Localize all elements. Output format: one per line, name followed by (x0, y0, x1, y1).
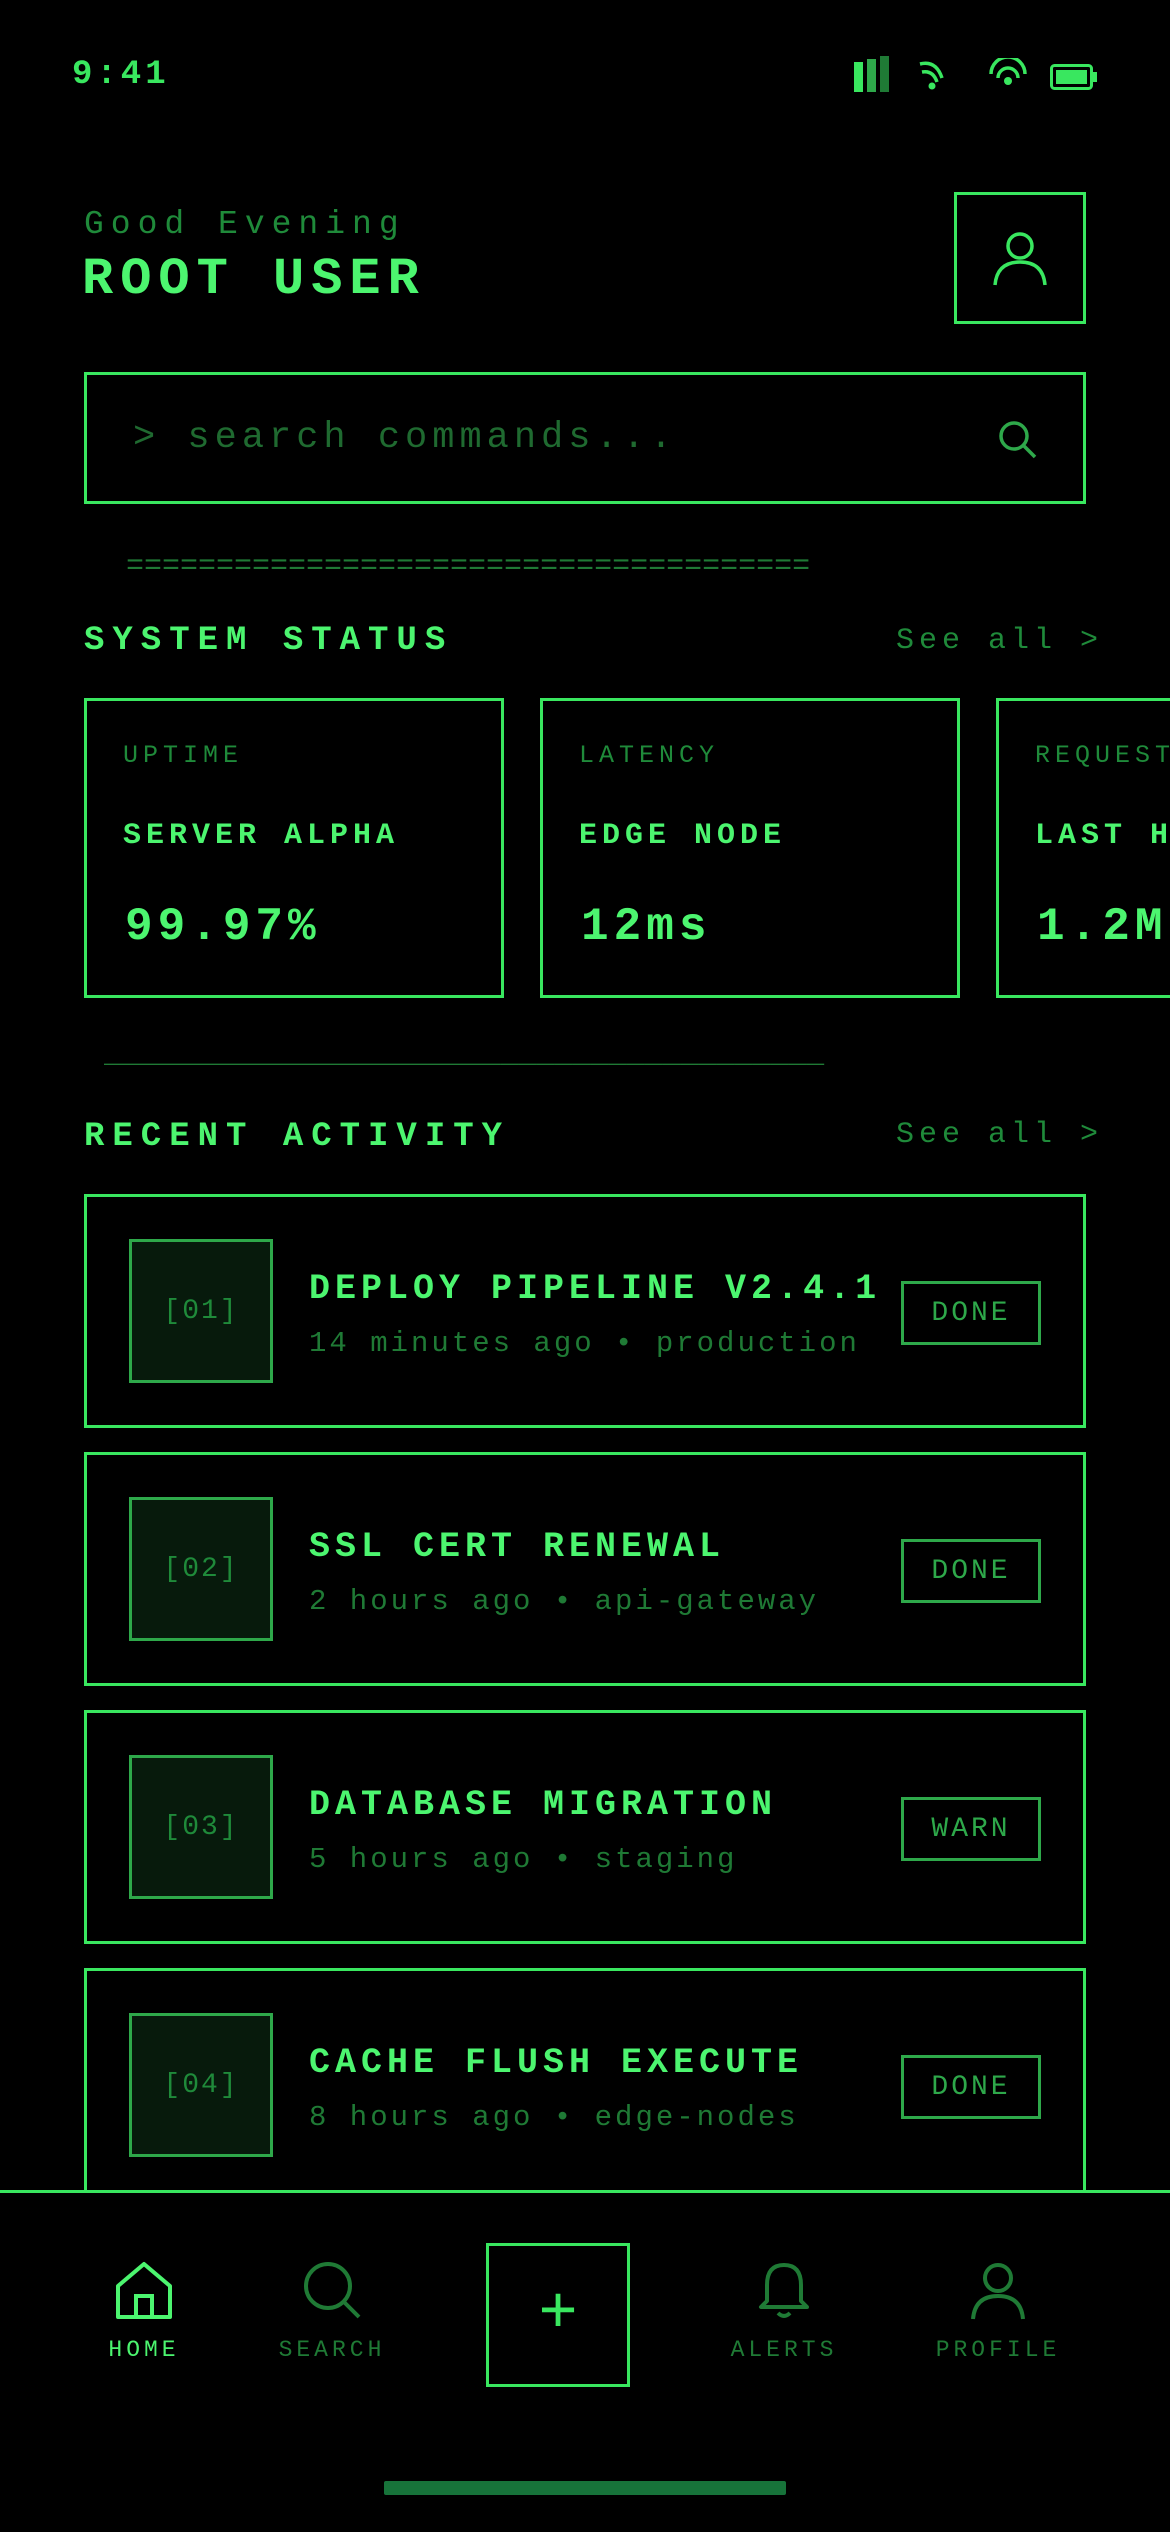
activity-item[interactable]: [03] DATABASE MIGRATION 5 hours ago • st… (84, 1710, 1086, 1944)
stat-name: LAST HOUR (1035, 819, 1170, 853)
activity-item[interactable]: [02] SSL CERT RENEWAL 2 hours ago • api-… (84, 1452, 1086, 1686)
activity-item[interactable]: [04] CACHE FLUSH EXECUTE 8 hours ago • e… (84, 1968, 1086, 2202)
home-indicator[interactable] (384, 2481, 786, 2495)
search-icon[interactable] (997, 419, 1039, 461)
status-badge: DONE (901, 1539, 1041, 1603)
ascii-divider: ====================================== (126, 550, 811, 584)
activity-title: DATABASE MIGRATION (309, 1785, 778, 1825)
system-status-see-all[interactable]: See all > (896, 624, 1103, 658)
stat-card[interactable]: REQUESTS LAST HOUR 1.2M (996, 698, 1170, 998)
activity-meta: 2 hours ago • api-gateway (309, 1585, 820, 1618)
battery-icon (1050, 64, 1097, 90)
activity-index: [03] (129, 1755, 273, 1899)
recent-activity-title: RECENT ACTIVITY (84, 1118, 511, 1156)
wifi-icon (919, 61, 944, 90)
tab-label: PROFILE (935, 2337, 1061, 2363)
tab-label: HOME (108, 2337, 180, 2363)
status-badge: DONE (901, 1281, 1041, 1345)
activity-title: CACHE FLUSH EXECUTE (309, 2043, 804, 2083)
stat-value: 99.97% (125, 901, 321, 953)
activity-index: [02] (129, 1497, 273, 1641)
activity-title: DEPLOY PIPELINE V2.4.1 (309, 1269, 882, 1309)
plus-icon: + (538, 2277, 578, 2352)
tab-home[interactable]: HOME (54, 2259, 234, 2363)
stat-label: REQUESTS (1035, 741, 1170, 770)
stat-value: 12ms (581, 901, 712, 953)
stat-label: UPTIME (123, 741, 244, 770)
status-badge: DONE (901, 2055, 1041, 2119)
status-badge: WARN (901, 1797, 1041, 1861)
recent-activity-see-all[interactable]: See all > (896, 1118, 1103, 1152)
tab-profile[interactable]: PROFILE (908, 2259, 1088, 2363)
hotspot-icon (989, 58, 1027, 85)
bottom-tab-bar: HOME SEARCH + ALERTS PROFILE (0, 2190, 1170, 2532)
activity-meta: 8 hours ago • edge-nodes (309, 2101, 799, 2134)
search-box[interactable] (84, 372, 1086, 504)
stat-name: EDGE NODE (579, 819, 787, 853)
username-title: ROOT USER (82, 250, 426, 309)
stat-label: LATENCY (579, 741, 720, 770)
status-time: 9:41 (72, 56, 170, 94)
tab-alerts[interactable]: ALERTS (694, 2259, 874, 2363)
home-icon (116, 2262, 172, 2319)
tab-label: SEARCH (278, 2337, 386, 2363)
stat-name: SERVER ALPHA (123, 819, 400, 853)
stat-card[interactable]: UPTIME SERVER ALPHA 99.97% (84, 698, 504, 998)
user-icon (993, 232, 1047, 286)
activity-index: [01] (129, 1239, 273, 1383)
stat-card-clip: REQUESTS LAST HOUR 1.2M (996, 698, 1170, 998)
tab-search[interactable]: SEARCH (242, 2259, 422, 2363)
stat-value: 1.2M (1037, 901, 1168, 953)
activity-item[interactable]: [01] DEPLOY PIPELINE V2.4.1 14 minutes a… (84, 1194, 1086, 1428)
activity-title: SSL CERT RENEWAL (309, 1527, 726, 1567)
user-icon (971, 2263, 1025, 2320)
search-icon (304, 2262, 361, 2319)
tab-label: ALERTS (730, 2337, 838, 2363)
ascii-divider: ________________________________________ (104, 1038, 825, 1072)
signal-icon (854, 56, 889, 92)
greeting-text: Good Evening (84, 206, 406, 243)
add-button[interactable]: + (486, 2243, 630, 2387)
search-input[interactable] (131, 416, 935, 460)
activity-meta: 5 hours ago • staging (309, 1843, 738, 1876)
stat-card[interactable]: LATENCY EDGE NODE 12ms (540, 698, 960, 998)
avatar-button[interactable] (954, 192, 1086, 324)
bell-icon (759, 2263, 809, 2318)
activity-meta: 14 minutes ago • production (309, 1327, 860, 1360)
system-status-title: SYSTEM STATUS (84, 622, 454, 660)
activity-index: [04] (129, 2013, 273, 2157)
